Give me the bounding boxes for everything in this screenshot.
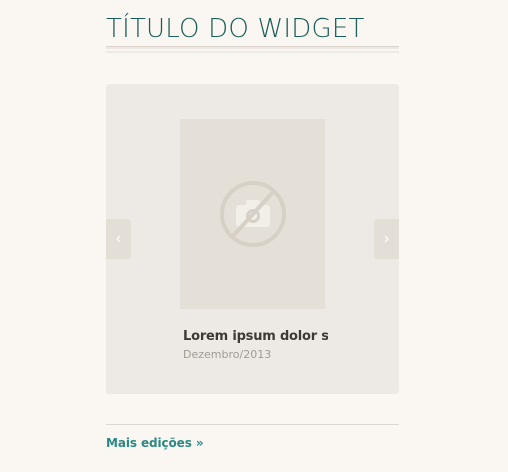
- chevron-left-icon: ‹: [115, 230, 122, 247]
- carousel-prev-button[interactable]: ‹: [106, 219, 131, 259]
- footer-divider: [106, 424, 399, 425]
- no-camera-icon: [220, 181, 286, 247]
- edition-title[interactable]: Lorem ipsum dolor s...: [183, 329, 328, 344]
- more-editions-link[interactable]: Mais edições »: [106, 436, 204, 450]
- chevron-right-icon: ›: [383, 230, 390, 247]
- title-divider: [106, 46, 399, 49]
- edition-date: Dezembro/2013: [183, 348, 272, 361]
- widget-title: TÍTULO DO WIDGET: [106, 14, 365, 44]
- title-divider-shadow: [106, 51, 399, 53]
- edition-cover[interactable]: [180, 119, 325, 309]
- carousel-next-button[interactable]: ›: [374, 219, 399, 259]
- editions-carousel: ‹ Lorem ipsum dolor s... Dezembro/2013 ›: [106, 84, 399, 394]
